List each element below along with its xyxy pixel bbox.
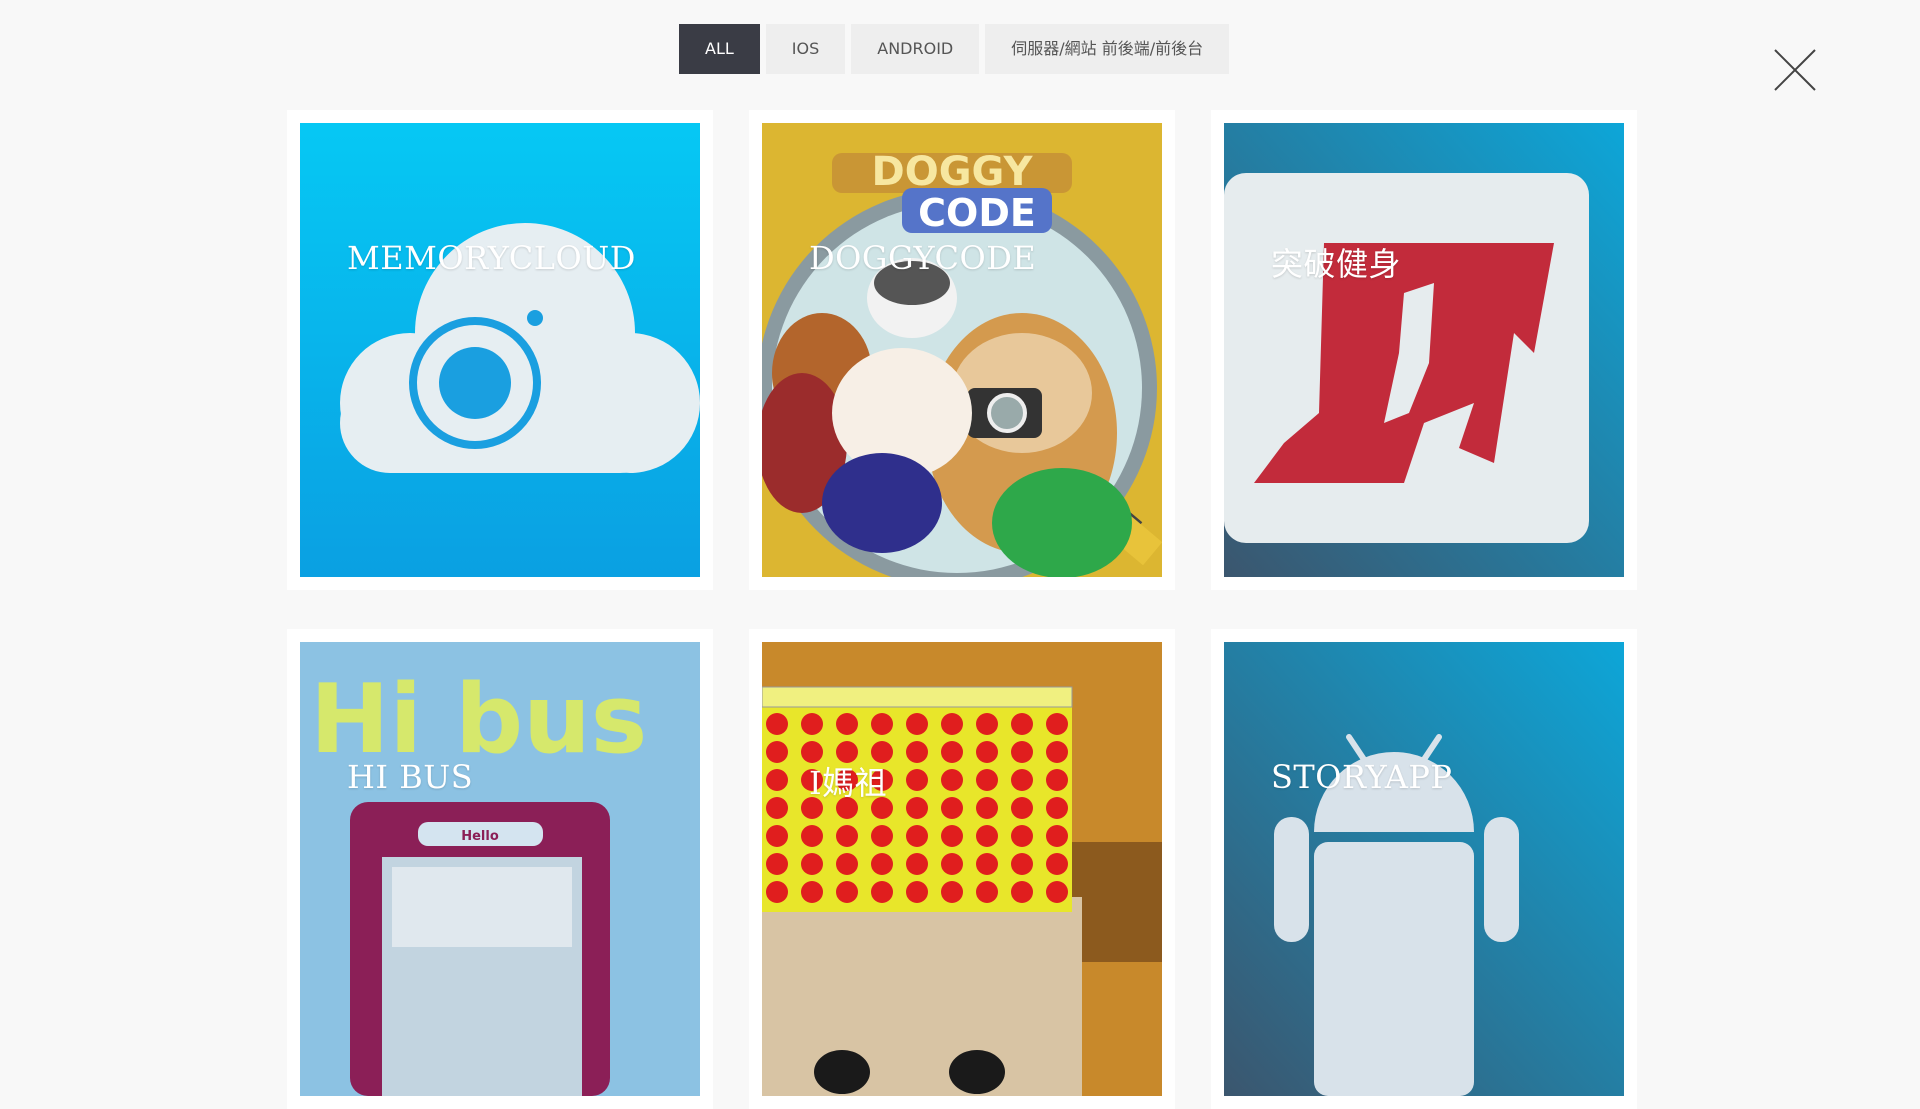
svg-text:Hello: Hello xyxy=(461,829,499,844)
fitness-app-icon: 突破健身 xyxy=(1224,123,1624,577)
filter-server-web[interactable]: 伺服器/網站 前後端/前後台 xyxy=(985,24,1230,74)
project-title: DOGGYCODE xyxy=(809,239,1037,277)
svg-text:CODE: CODE xyxy=(918,191,1036,235)
filter-ios[interactable]: IOS xyxy=(765,24,846,74)
doggycode-app-icon: DOGGY CODE DOGGYCODE xyxy=(762,123,1162,577)
project-title: 突破健身 xyxy=(1271,245,1402,283)
close-icon[interactable] xyxy=(1773,48,1817,92)
project-card-memorycloud[interactable]: MEMORYCLOUD xyxy=(287,110,713,590)
project-title: STORYAPP xyxy=(1271,758,1453,796)
filter-all[interactable]: ALL xyxy=(679,24,760,74)
project-card-storyapp[interactable]: STORYAPP xyxy=(1211,629,1637,1109)
filter-bar: ALL IOS ANDROID 伺服器/網站 前後端/前後台 xyxy=(679,24,1230,74)
memorycloud-app-icon: MEMORYCLOUD xyxy=(300,123,700,577)
android-app-icon: STORYAPP xyxy=(1224,642,1624,1096)
project-card-doggycode[interactable]: DOGGY CODE DOGGYCODE xyxy=(749,110,1175,590)
filter-android[interactable]: ANDROID xyxy=(851,24,980,74)
project-title: HI BUS xyxy=(347,758,474,796)
project-card-hibus[interactable]: Hi bus Hello HI BUS xyxy=(287,629,713,1109)
project-title: I媽祖 xyxy=(809,764,888,802)
project-card-fitness[interactable]: 突破健身 xyxy=(1211,110,1637,590)
hibus-app-icon: Hi bus Hello HI BUS xyxy=(300,642,700,1096)
project-title: MEMORYCLOUD xyxy=(347,239,636,277)
imazu-app-icon: I媽祖 xyxy=(762,642,1162,1096)
project-card-imazu[interactable]: I媽祖 xyxy=(749,629,1175,1109)
